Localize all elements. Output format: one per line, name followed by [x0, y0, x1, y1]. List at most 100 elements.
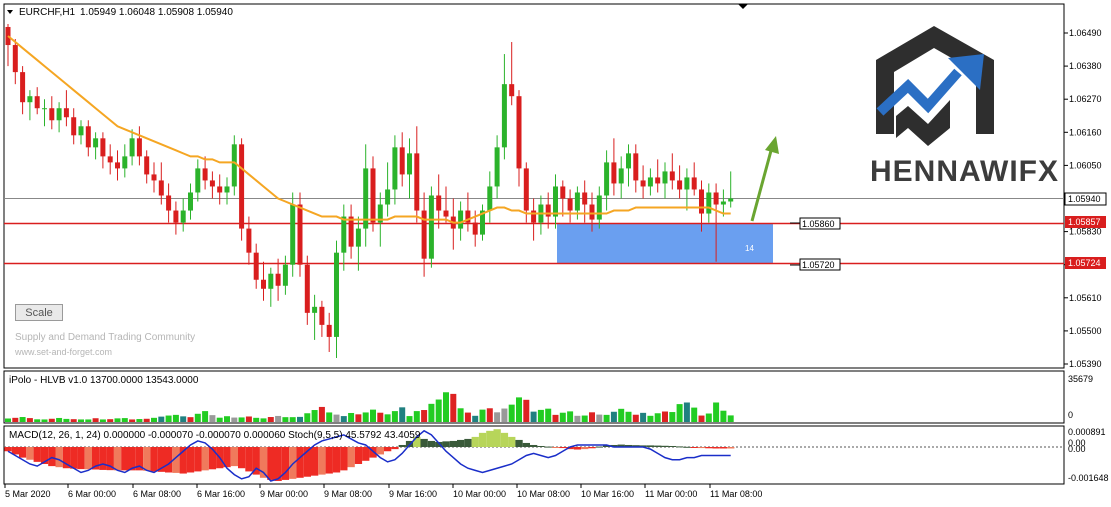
- volume-bar: [304, 413, 311, 422]
- volume-bar: [12, 417, 19, 422]
- volume-bar: [158, 416, 165, 422]
- candle-body: [312, 306, 318, 313]
- candle-body: [392, 147, 398, 190]
- candle-body: [677, 180, 683, 190]
- volume-bar: [464, 412, 471, 422]
- time-tick-label: 9 Mar 00:00: [260, 489, 308, 499]
- time-tick-label: 10 Mar 16:00: [581, 489, 634, 499]
- macd-bar: [340, 447, 348, 471]
- volume-bar: [640, 412, 647, 422]
- candle-body: [202, 168, 208, 181]
- volume-bar: [647, 415, 654, 422]
- macd-bar: [289, 447, 297, 479]
- candle-body: [253, 252, 259, 280]
- scale-button[interactable]: Scale: [15, 304, 63, 321]
- current-price-text: 1.05940: [1068, 194, 1101, 204]
- candle-body: [144, 156, 150, 175]
- volume-bar: [48, 418, 55, 422]
- candle-body: [166, 195, 172, 211]
- trading-chart[interactable]: EURCHF,H1 1.05949 1.06048 1.05908 1.0594…: [0, 0, 1111, 507]
- macd-bar: [712, 447, 720, 449]
- macd-bar: [55, 447, 63, 468]
- macd-bar: [332, 447, 341, 473]
- candle-body: [20, 72, 26, 103]
- volume-bar: [289, 417, 296, 422]
- volume-bar: [136, 419, 143, 422]
- volume-bar: [224, 416, 230, 422]
- candle-body: [246, 228, 252, 253]
- volume-bar: [516, 397, 522, 422]
- candle-body: [640, 180, 646, 187]
- candle-body: [370, 168, 376, 223]
- candle-body: [494, 147, 500, 187]
- macd-bar: [551, 447, 560, 448]
- volume-bar: [362, 412, 369, 422]
- volume-bar: [406, 416, 413, 422]
- volume-bar: [457, 408, 464, 422]
- volume-bar: [479, 409, 486, 422]
- candle-body: [78, 126, 84, 136]
- candle-body: [136, 138, 142, 157]
- macd-bar: [705, 447, 713, 449]
- time-tick-label: 6 Mar 08:00: [133, 489, 181, 499]
- candle-body: [604, 162, 610, 196]
- volume-bar: [19, 417, 26, 422]
- candle-body: [224, 186, 230, 193]
- volume-bar: [676, 404, 683, 422]
- volume-bar: [92, 418, 99, 422]
- candle-body: [669, 171, 675, 181]
- price-tick-label: 1.05500: [1069, 326, 1102, 336]
- macd-bar: [267, 447, 275, 480]
- candle-body: [115, 162, 120, 169]
- volume-bar: [567, 411, 574, 422]
- volume-bar: [713, 402, 720, 422]
- volume-bar: [56, 417, 63, 422]
- volume-bar: [165, 415, 172, 422]
- macd-bar: [588, 447, 596, 449]
- volume-bar: [26, 418, 33, 422]
- macd-bar: [384, 447, 392, 452]
- macd-bar: [581, 447, 589, 450]
- macd-bar: [238, 447, 246, 469]
- volume-bar: [267, 417, 274, 422]
- candle-body: [27, 96, 33, 103]
- candle-body: [414, 153, 420, 211]
- macd-bar: [311, 447, 319, 476]
- candle-body: [180, 210, 186, 223]
- candle-body: [107, 156, 113, 163]
- volume-bar: [384, 414, 391, 422]
- volume-bar: [297, 416, 303, 422]
- price-tick-label: 1.05390: [1069, 359, 1102, 369]
- candle-body: [501, 84, 507, 148]
- candle-body: [633, 153, 639, 181]
- candle-body: [407, 153, 412, 175]
- volume-bar: [391, 411, 398, 422]
- candle-body: [261, 279, 266, 289]
- candle-body: [560, 186, 566, 199]
- volume-bar: [70, 419, 77, 422]
- volume-indicator-title: iPolo - HLVB v1.0 13700.0000 13543.0000: [9, 375, 199, 386]
- macd-bar: [719, 447, 728, 449]
- price-tick-label: 1.06270: [1069, 94, 1102, 104]
- macd-bottom-label: -0.001648: [1068, 473, 1109, 483]
- macd-bar: [245, 447, 253, 472]
- candle-body: [231, 144, 237, 187]
- macd-bar: [208, 447, 217, 470]
- candle-body: [209, 180, 215, 187]
- macd-bar: [530, 444, 538, 447]
- volume-bar: [231, 417, 238, 422]
- macd-bar: [668, 445, 676, 447]
- volume-bar: [340, 416, 347, 422]
- volume-bar: [194, 413, 201, 422]
- candle-body: [326, 324, 332, 337]
- macd-bar: [70, 447, 78, 469]
- macd-zero-label-2: 0.00: [1068, 444, 1086, 454]
- volume-bar: [450, 393, 457, 422]
- volume-bar: [355, 414, 362, 422]
- macd-bar: [493, 429, 501, 447]
- macd-bar: [464, 438, 472, 447]
- time-tick-label: 11 Mar 08:00: [710, 489, 762, 499]
- volume-bar: [530, 411, 537, 422]
- volume-bar: [216, 417, 223, 422]
- macd-bar: [727, 447, 735, 449]
